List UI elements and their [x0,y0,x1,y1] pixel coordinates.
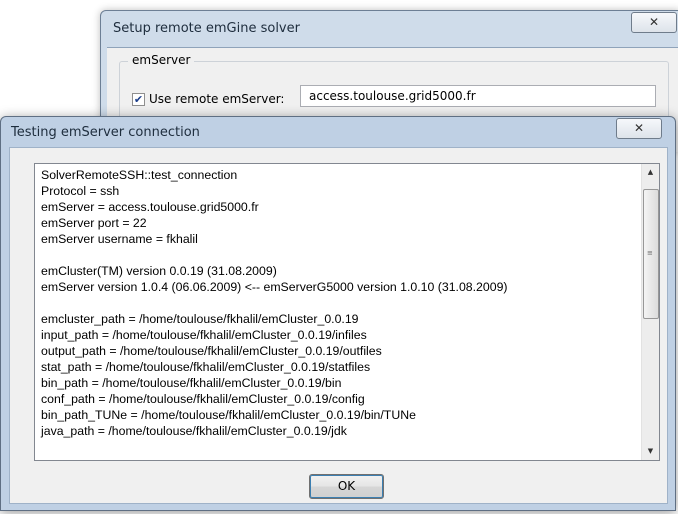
use-remote-emserver-checkbox[interactable]: ✔ [132,92,145,106]
log-line: emServer version 1.0.4 (06.06.2009) <-- … [41,280,508,294]
scroll-down-arrow-icon[interactable]: ▼ [642,443,659,460]
log-vertical-scrollbar[interactable]: ▲ ≡ ▼ [641,164,659,460]
emserver-host-input[interactable]: access.toulouse.grid5000.fr [300,85,656,107]
log-line: bin_path_TUNe = /home/toulouse/fkhalil/e… [41,408,416,422]
log-line: stat_path = /home/toulouse/fkhalil/emClu… [41,360,371,374]
setup-window-title: Setup remote emGine solver [113,21,300,36]
grip-icon: ≡ [647,249,653,257]
use-remote-emserver-row[interactable]: ✔ Use remote emServer: [132,90,284,108]
log-line: input_path = /home/toulouse/fkhalil/emCl… [41,328,367,342]
checkmark-icon: ✔ [133,92,144,106]
log-line: emcluster_path = /home/toulouse/fkhalil/… [41,312,359,326]
log-line: conf_path = /home/toulouse/fkhalil/emClu… [41,392,365,406]
ok-button[interactable]: OK [309,474,384,499]
use-remote-emserver-label: Use remote emServer: [149,92,285,106]
close-icon: ✕ [633,121,645,135]
connection-log-textarea[interactable]: SolverRemoteSSH::test_connectionProtocol… [34,163,660,461]
log-line: output_path = /home/toulouse/fkhalil/emC… [41,344,382,358]
setup-window-close-button[interactable]: ✕ [631,12,677,33]
testing-emserver-connection-dialog: Testing emServer connection ✕ SolverRemo… [0,116,676,511]
log-line: emServer username = fkhalil [41,232,198,246]
test-dialog-close-button[interactable]: ✕ [616,118,662,139]
log-line: Protocol = ssh [41,184,120,198]
close-icon: ✕ [648,15,660,29]
connection-log-text: SolverRemoteSSH::test_connectionProtocol… [41,167,637,439]
log-line: SolverRemoteSSH::test_connection [41,168,238,182]
log-line: java_path = /home/toulouse/fkhalil/emClu… [41,424,347,438]
test-dialog-client: SolverRemoteSSH::test_connectionProtocol… [9,147,668,504]
log-line: emServer port = 22 [41,216,147,230]
scroll-thumb[interactable]: ≡ [643,189,659,319]
log-line: emCluster(TM) version 0.0.19 (31.08.2009… [41,264,277,278]
log-line: bin_path = /home/toulouse/fkhalil/emClus… [41,376,342,390]
log-line: emServer = access.toulouse.grid5000.fr [41,200,259,214]
test-dialog-title: Testing emServer connection [11,125,200,140]
emserver-group-label: emServer [128,53,195,67]
scroll-up-arrow-icon[interactable]: ▲ [642,164,659,181]
